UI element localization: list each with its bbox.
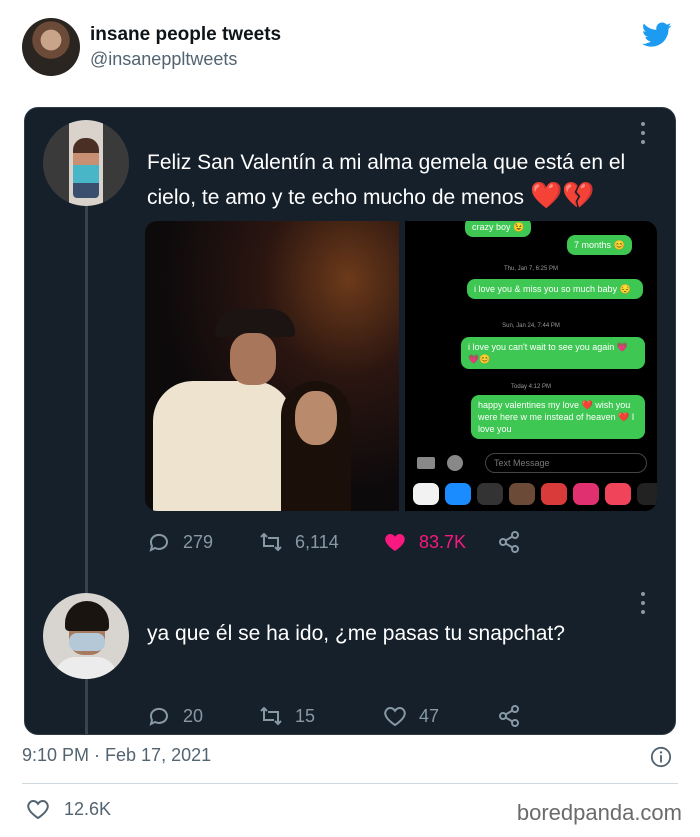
like-button[interactable]: 12.6K — [26, 797, 111, 821]
heart-outline-icon — [384, 706, 406, 727]
heart-outline-icon — [27, 799, 49, 820]
message-timestamp: Thu, Jan 7, 6:25 PM — [503, 266, 559, 272]
tweet-header: insane people tweets @insanepp​ltweets — [22, 18, 678, 78]
message-timestamp: Today 4:12 PM — [510, 384, 552, 390]
avatar[interactable] — [22, 18, 80, 76]
like-button[interactable]: 83.7K — [383, 527, 466, 557]
message-bubble: i love you can't wait to see you again 💗… — [461, 337, 645, 369]
app-drawer — [409, 483, 657, 507]
display-name[interactable]: insane people tweets — [90, 24, 281, 46]
message-bubble: 7 months 😊 — [567, 235, 632, 255]
more-options-icon[interactable] — [641, 592, 647, 619]
message-timestamp: Sun, Jan 24, 7:44 PM — [502, 323, 560, 329]
reply-button[interactable]: 279 — [147, 527, 213, 557]
chat-screenshot[interactable]: crazy boy 😉 7 months 😊 Thu, Jan 7, 6:25 … — [405, 221, 657, 511]
app-store-icon — [447, 455, 463, 471]
heart-filled-icon — [385, 534, 405, 551]
couple-photo[interactable] — [145, 221, 399, 511]
retweet-button[interactable]: 15 — [259, 701, 315, 731]
share-icon — [499, 705, 519, 727]
tweet-actions: 279 6,114 83.7K — [147, 527, 547, 557]
like-button[interactable]: 47 — [383, 701, 439, 731]
reply-icon — [149, 707, 168, 726]
share-button[interactable] — [497, 701, 533, 731]
user-handle[interactable]: @insanepp​ltweets — [90, 49, 237, 70]
reply-button[interactable]: 20 — [147, 701, 203, 731]
tweet-text: ya que él se ha ido, ¿me pasas tu snapch… — [147, 622, 565, 645]
retweet-icon — [260, 706, 282, 726]
camera-icon — [417, 457, 435, 469]
watermark: boredpanda.com — [516, 800, 682, 825]
tweet-actions: 20 15 47 — [147, 701, 547, 731]
info-icon[interactable] — [650, 746, 672, 768]
retweet-button[interactable]: 6,114 — [259, 527, 339, 557]
message-bubble: happy valentines my love ❤️ wish you wer… — [471, 395, 645, 439]
tweet-text: Feliz San Valentín a mi alma gemela que … — [147, 151, 626, 210]
message-bubble: crazy boy 😉 — [465, 221, 532, 237]
retweet-icon — [260, 532, 282, 552]
reply-icon — [149, 533, 168, 552]
avatar[interactable] — [43, 120, 129, 206]
avatar[interactable] — [43, 593, 129, 679]
twitter-bird-icon[interactable] — [642, 22, 672, 48]
like-count: 12.6K — [64, 798, 112, 819]
share-button[interactable] — [497, 527, 533, 557]
tweet-timestamp[interactable]: 9:10 PM · Feb 17, 2021 — [22, 745, 211, 766]
share-icon — [499, 531, 519, 553]
divider — [22, 783, 678, 784]
embedded-screenshot: Feliz San Valentín a mi alma gemela que … — [24, 107, 676, 735]
more-options-icon[interactable] — [641, 122, 647, 149]
heart-emoji: ❤️💔 — [530, 180, 595, 210]
message-input: Text Message — [485, 453, 647, 473]
message-bubble: i love you & miss you so much baby 😔 — [467, 279, 643, 299]
